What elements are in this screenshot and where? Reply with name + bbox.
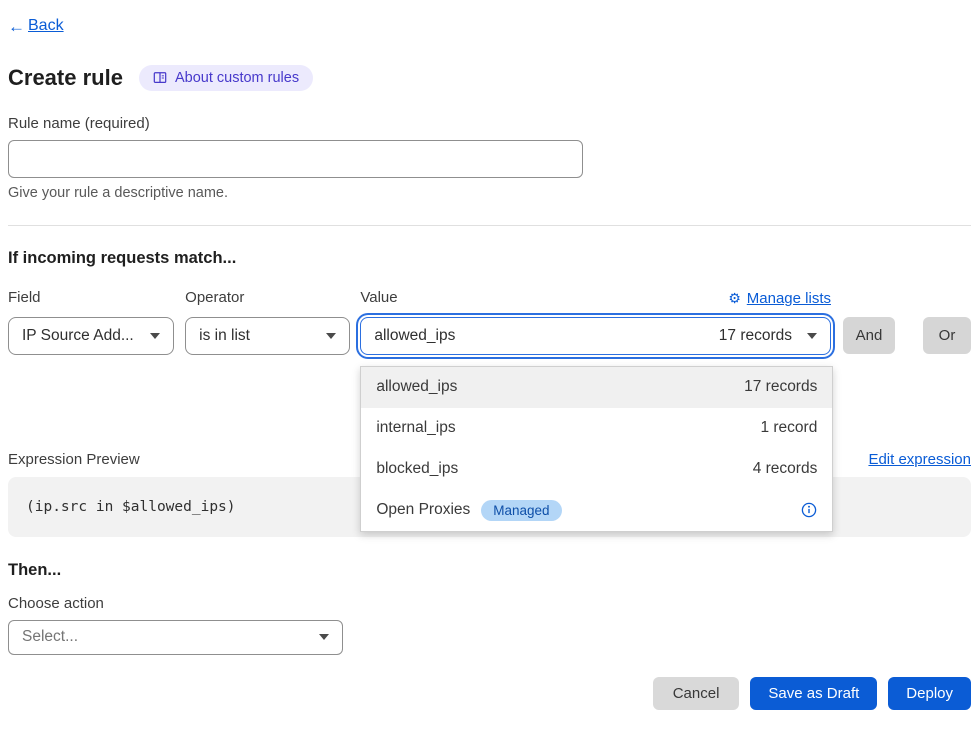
field-column: Field IP Source Add... xyxy=(8,289,174,355)
list-option-allowed-ips[interactable]: allowed_ips 17 records xyxy=(361,367,832,408)
value-select[interactable]: allowed_ips 17 records xyxy=(360,317,831,355)
deploy-button[interactable]: Deploy xyxy=(888,677,971,710)
list-option-meta: 4 records xyxy=(753,460,818,478)
rule-name-helper: Give your rule a descriptive name. xyxy=(8,185,971,201)
edit-expression-link[interactable]: Edit expression xyxy=(868,451,971,468)
operator-select-value: is in list xyxy=(199,327,250,345)
section-divider xyxy=(8,225,971,226)
match-row: Field IP Source Add... Operator is in li… xyxy=(8,289,971,355)
list-option-meta: 17 records xyxy=(744,378,817,396)
footer-actions: Cancel Save as Draft Deploy xyxy=(8,677,971,710)
list-dropdown: allowed_ips 17 records internal_ips 1 re… xyxy=(360,366,833,532)
and-button[interactable]: And xyxy=(843,317,895,354)
create-rule-page: ←Back Create rule About custom rules Rul… xyxy=(0,0,979,739)
rule-name-input[interactable] xyxy=(8,140,583,178)
value-records-count: 17 records xyxy=(719,327,792,345)
list-option-name: Open Proxies xyxy=(376,501,470,519)
then-heading: Then... xyxy=(8,561,971,580)
list-option-meta: 1 record xyxy=(760,419,817,437)
list-option-name: internal_ips xyxy=(376,419,455,437)
field-select-value: IP Source Add... xyxy=(22,327,134,345)
manage-lists-label: Manage lists xyxy=(747,290,831,307)
info-icon[interactable] xyxy=(801,502,817,518)
list-option-name: blocked_ips xyxy=(376,460,458,478)
value-selected-text: allowed_ips xyxy=(374,327,455,345)
back-link[interactable]: ←Back xyxy=(8,17,64,35)
value-label-row: Value ⚙︎ Manage lists xyxy=(360,289,831,309)
chevron-down-icon xyxy=(326,333,336,339)
chevron-down-icon xyxy=(319,634,329,640)
manage-lists-link[interactable]: ⚙︎ Manage lists xyxy=(728,290,831,307)
list-option-name: allowed_ips xyxy=(376,378,457,396)
managed-badge: Managed xyxy=(481,500,561,521)
list-option-open-proxies[interactable]: Open Proxies Managed xyxy=(361,490,832,531)
and-or-buttons: And Or xyxy=(843,317,971,354)
page-title: Create rule xyxy=(8,65,123,91)
field-select[interactable]: IP Source Add... xyxy=(8,317,174,355)
operator-label: Operator xyxy=(185,289,350,309)
match-heading: If incoming requests match... xyxy=(8,249,971,268)
value-label: Value xyxy=(360,289,397,309)
operator-select[interactable]: is in list xyxy=(185,317,350,355)
back-row: ←Back xyxy=(8,0,971,37)
left-arrow-icon: ← xyxy=(8,18,25,35)
action-select-placeholder: Select... xyxy=(22,628,78,646)
save-as-draft-button[interactable]: Save as Draft xyxy=(750,677,877,710)
cancel-button[interactable]: Cancel xyxy=(653,677,740,710)
back-label: Back xyxy=(28,17,64,35)
operator-column: Operator is in list xyxy=(185,289,350,355)
rule-name-label: Rule name (required) xyxy=(8,115,971,132)
chevron-down-icon xyxy=(807,333,817,339)
expression-preview-label: Expression Preview xyxy=(8,451,140,468)
about-badge-label: About custom rules xyxy=(175,70,299,86)
chevron-down-icon xyxy=(150,333,160,339)
value-column: Value ⚙︎ Manage lists allowed_ips 17 rec… xyxy=(360,289,831,355)
gear-icon: ⚙︎ xyxy=(728,292,741,306)
expression-code: (ip.src in $allowed_ips) xyxy=(26,499,236,515)
or-button[interactable]: Or xyxy=(923,317,971,354)
title-row: Create rule About custom rules xyxy=(8,65,971,91)
list-option-internal-ips[interactable]: internal_ips 1 record xyxy=(361,408,832,449)
list-option-blocked-ips[interactable]: blocked_ips 4 records xyxy=(361,449,832,490)
book-icon xyxy=(153,71,167,85)
action-select[interactable]: Select... xyxy=(8,620,343,655)
about-custom-rules-badge[interactable]: About custom rules xyxy=(139,65,313,91)
choose-action-label: Choose action xyxy=(8,595,971,612)
field-label: Field xyxy=(8,289,174,309)
